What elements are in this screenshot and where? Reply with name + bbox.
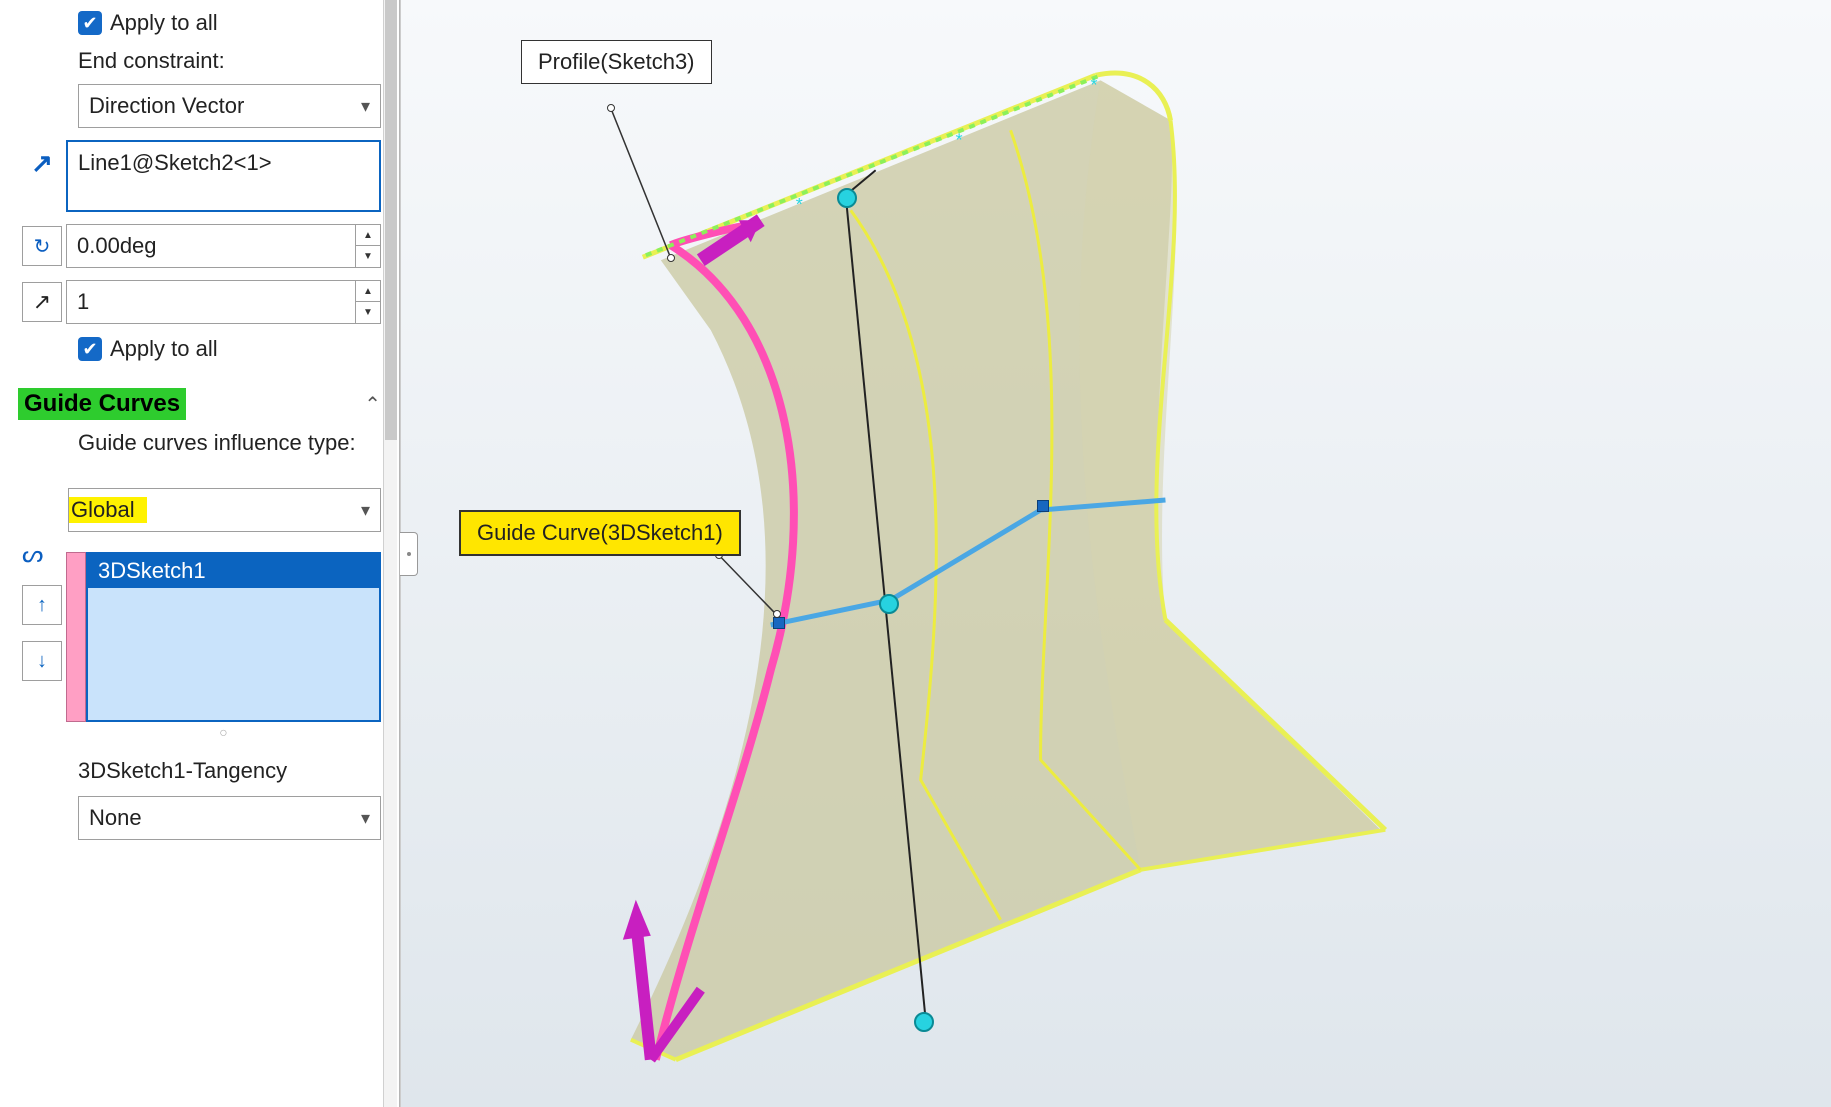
- arrow-up-icon: ↑: [37, 594, 47, 617]
- influence-type-value: Global: [71, 497, 135, 522]
- tangency-value: None: [89, 805, 142, 831]
- leader-endpoint: [667, 254, 675, 262]
- handle-dot[interactable]: [914, 1012, 934, 1032]
- scale-arrow-icon: ↗: [33, 289, 51, 315]
- direction-arrow-icon: ↗: [31, 148, 53, 179]
- guide-curves-header[interactable]: Guide Curves: [18, 388, 186, 420]
- property-panel: ✔ Apply to all End constraint: Direction…: [0, 0, 400, 1107]
- svg-text:*: *: [956, 129, 963, 149]
- scalar-value: 1: [67, 289, 355, 315]
- svg-text:*: *: [1091, 74, 1098, 94]
- end-constraint-value: Direction Vector: [89, 93, 244, 119]
- move-down-button[interactable]: ↓: [22, 641, 62, 681]
- profile-callout-text: Profile(Sketch3): [538, 49, 695, 74]
- influence-type-select[interactable]: Global ▾: [68, 488, 381, 532]
- handle-dot[interactable]: [837, 188, 857, 208]
- rotate-icon-button[interactable]: ↻: [22, 226, 62, 266]
- apply-all-bottom-label: Apply to all: [110, 336, 218, 362]
- scalar-up-icon[interactable]: ▲: [356, 281, 380, 302]
- end-constraint-select[interactable]: Direction Vector ▾: [78, 84, 381, 128]
- leader-endpoint: [773, 610, 781, 618]
- leader-endpoint: [607, 104, 615, 112]
- chevron-down-icon: ▾: [361, 500, 370, 521]
- panel-toggle-handle[interactable]: [400, 532, 418, 576]
- svg-text:*: *: [796, 194, 803, 214]
- handle-square[interactable]: [1037, 500, 1049, 512]
- end-constraint-label: End constraint:: [78, 48, 225, 73]
- angle-value: 0.00deg: [67, 233, 355, 259]
- guide-curves-list[interactable]: 3DSketch1: [86, 552, 381, 722]
- tangency-select[interactable]: None ▾: [78, 796, 381, 840]
- arrow-down-icon: ↓: [37, 650, 47, 673]
- collapse-chevron-icon[interactable]: ⌃: [364, 392, 381, 417]
- scale-icon-button[interactable]: ↗: [22, 282, 62, 322]
- chevron-down-icon: ▾: [361, 808, 370, 829]
- apply-all-top-checkbox[interactable]: ✔: [78, 11, 102, 35]
- resize-handle-icon[interactable]: ○: [66, 724, 381, 740]
- guide-curve-callout[interactable]: Guide Curve(3DSketch1): [459, 510, 741, 556]
- direction-vector-value: Line1@Sketch2<1>: [78, 150, 272, 175]
- 3d-viewport[interactable]: * * * Profile(Sketch3) Guide Curve(3DSke…: [400, 0, 1831, 1107]
- angle-up-icon[interactable]: ▲: [356, 225, 380, 246]
- move-up-button[interactable]: ↑: [22, 585, 62, 625]
- scalar-down-icon[interactable]: ▼: [356, 302, 380, 323]
- panel-scrollbar[interactable]: [383, 0, 397, 1107]
- apply-all-bottom-checkbox[interactable]: ✔: [78, 337, 102, 361]
- angle-down-icon[interactable]: ▼: [356, 246, 380, 267]
- handle-dot[interactable]: [879, 594, 899, 614]
- handle-square[interactable]: [773, 617, 785, 629]
- scrollbar-thumb[interactable]: [385, 0, 397, 440]
- rotate-icon: ↻: [34, 234, 51, 259]
- curve-icon: ᔕ: [22, 540, 62, 569]
- tangency-label: 3DSketch1-Tangency: [78, 758, 287, 783]
- apply-all-top-label: Apply to all: [110, 10, 218, 36]
- influence-type-label: Guide curves influence type:: [78, 430, 356, 455]
- direction-vector-input[interactable]: Line1@Sketch2<1>: [66, 140, 381, 212]
- scalar-spinner[interactable]: 1 ▲ ▼: [66, 280, 381, 324]
- profile-callout[interactable]: Profile(Sketch3): [521, 40, 712, 84]
- guide-curve-callout-text: Guide Curve(3DSketch1): [477, 520, 723, 545]
- list-item[interactable]: 3DSketch1: [88, 554, 379, 588]
- chevron-down-icon: ▾: [361, 96, 370, 117]
- angle-spinner[interactable]: 0.00deg ▲ ▼: [66, 224, 381, 268]
- guide-color-bar: [66, 552, 86, 722]
